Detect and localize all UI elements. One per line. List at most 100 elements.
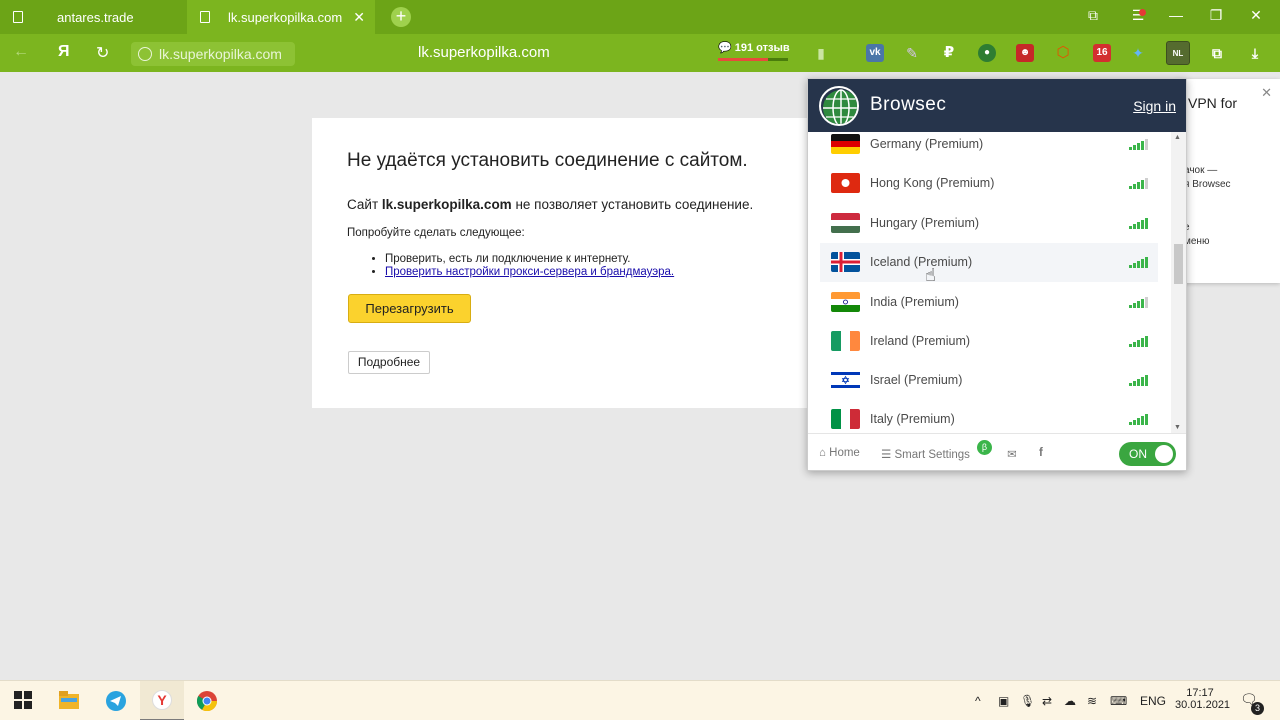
clock[interactable]: 17:17 30.01.2021 [1175,687,1230,711]
language-indicator[interactable]: ENG [1140,694,1166,708]
signal-bar [1141,141,1144,150]
bookmark-icon[interactable]: ▮ [812,44,830,62]
browsec-popup: Browsec Sign in Germany (Premium) Hong K… [807,78,1187,471]
close-tab-icon[interactable]: ✕ [353,9,365,26]
download-icon[interactable]: ⤓ [1246,44,1264,62]
refresh-icon[interactable]: ↻ [96,43,109,63]
minimize-button[interactable]: — [1166,7,1186,23]
chrome-icon[interactable] [196,691,218,712]
browsec-globe-icon [819,86,859,126]
signal-bar [1141,299,1144,308]
signal-bar [1137,418,1140,425]
country-row-israel[interactable]: Israel (Premium) [820,361,1158,400]
country-row-india[interactable]: India (Premium) [820,283,1158,322]
yandex-icon[interactable]: Я [58,43,70,61]
document-icon [13,11,23,23]
ireland-flag-icon [831,331,860,351]
scrollbar-thumb[interactable] [1174,244,1183,284]
details-button[interactable]: Подробнее [348,351,430,374]
country-row-ireland[interactable]: Ireland (Premium) [820,322,1158,361]
comment-icon: 💬 [718,42,732,54]
wifi-icon[interactable]: ≋ [1087,694,1097,708]
country-list: Germany (Premium) Hong Kong (Premium) Hu… [808,132,1186,433]
camera-icon[interactable]: ▣ [998,694,1009,708]
toggle-knob [1155,445,1173,463]
sign-in-link[interactable]: Sign in [1133,98,1176,114]
browsec-title: Browsec [870,94,947,115]
signal-bar [1133,224,1136,229]
new-tab-button[interactable]: + [391,7,411,27]
yandex-browser-taskbar-button[interactable]: Y [140,681,184,720]
suggestion-item[interactable]: Проверить настройки прокси-сервера и бра… [385,266,674,278]
india-flag-icon [831,292,860,312]
country-name: Hungary (Premium) [870,216,980,230]
back-arrow-icon[interactable]: ← [13,43,29,61]
calendar-extension-icon[interactable]: 16 [1093,44,1111,62]
signal-icon [1129,335,1153,347]
tab-title: lk.superkopilka.com [228,9,343,25]
restore-button[interactable]: ❐ [1206,7,1226,24]
country-name: Iceland (Premium) [870,255,973,269]
error-title: Не удаётся установить соединение с сайто… [347,150,748,171]
keyboard-icon[interactable]: ⌨ [1110,694,1127,708]
signal-bar [1133,303,1136,308]
facebook-icon[interactable]: f [1039,447,1043,459]
home-link[interactable]: ⌂ Home [819,447,860,459]
signal-bar [1129,226,1132,229]
signal-bar [1141,377,1144,386]
hand-cursor-icon: ☝ [925,265,936,285]
telegram-icon[interactable] [106,691,126,711]
close-window-button[interactable]: ✕ [1246,7,1266,24]
frog-extension-icon[interactable]: ● [978,44,996,62]
url-field[interactable]: lk.superkopilka.com [131,42,295,66]
browsec-footer: ⌂ Home ☰ Smart Settings β ✉ f ON [808,433,1186,471]
proxy-settings-link[interactable]: Проверить настройки прокси-сервера и бра… [385,266,674,278]
signal-bar [1133,263,1136,268]
devil-extension-icon[interactable]: ☻ [1016,44,1034,62]
vk-extension-icon[interactable]: vk [866,44,884,62]
vpn-toggle[interactable]: ON [1119,442,1176,466]
sliders-icon: ☰ [881,449,892,461]
country-list-scrollbar[interactable]: ▲ ▼ [1171,132,1186,433]
country-row-hong-kong[interactable]: Hong Kong (Premium) [820,164,1158,203]
microphone-icon[interactable]: 🎙 [1020,694,1035,708]
ruble-extension-icon[interactable]: ₽ [940,44,958,62]
country-row-italy[interactable]: Italy (Premium) [820,400,1158,433]
network-adapter-icon[interactable]: ⇄ [1042,694,1052,708]
tab-strip: antares.trade lk.superkopilka.com ✕ + ⧉ … [0,0,1280,34]
address-bar: ← Я ↻ lk.superkopilka.com lk.superkopilk… [0,34,1280,72]
extension-notification: ✕ VPN for ачок — я Browsec е меню [1175,79,1280,283]
country-row-germany[interactable]: Germany (Premium) [820,132,1158,164]
hexagon-extension-icon[interactable]: ⬡ [1054,44,1072,62]
notification-count-badge: 3 [1251,702,1264,715]
signal-bar [1133,184,1136,189]
mail-icon[interactable]: ✉ [1007,447,1017,461]
clock-time: 17:17 [1186,687,1214,699]
bird-extension-icon[interactable]: ✦ [1129,44,1147,62]
tab-superkopilka[interactable]: lk.superkopilka.com ✕ [187,0,375,34]
try-label: Попробуйте сделать следующее: [347,227,525,239]
scroll-up-icon[interactable]: ▲ [1174,134,1181,141]
browsec-extension-icon[interactable]: NL [1166,41,1190,65]
bookmarks-icon[interactable]: ⧉ [1083,7,1103,24]
reload-button[interactable]: Перезагрузить [348,294,471,323]
signal-bar [1141,220,1144,229]
smart-settings-link[interactable]: ☰ Smart Settings [881,447,970,461]
file-explorer-icon[interactable] [59,691,79,711]
show-hidden-icons[interactable]: ^ [975,694,981,708]
document-icon [200,11,210,23]
puzzle-extension-icon[interactable]: ⧉ [1208,44,1226,62]
cloud-icon[interactable]: ☁ [1064,694,1076,708]
country-row-iceland[interactable]: Iceland (Premium) [820,243,1158,282]
signal-icon [1129,296,1153,308]
close-icon[interactable]: ✕ [1261,85,1272,101]
signal-bar [1141,259,1144,268]
pen-extension-icon[interactable]: ✎ [903,44,921,62]
reviews-badge[interactable]: 💬 191 отзыв [718,41,790,61]
hong-kong-flag-icon [831,173,860,193]
tab-antares[interactable]: antares.trade [0,0,186,34]
scroll-down-icon[interactable]: ▼ [1174,424,1181,431]
windows-start-icon[interactable] [14,691,34,711]
country-row-hungary[interactable]: Hungary (Premium) [820,204,1158,243]
signal-bar [1145,414,1148,425]
